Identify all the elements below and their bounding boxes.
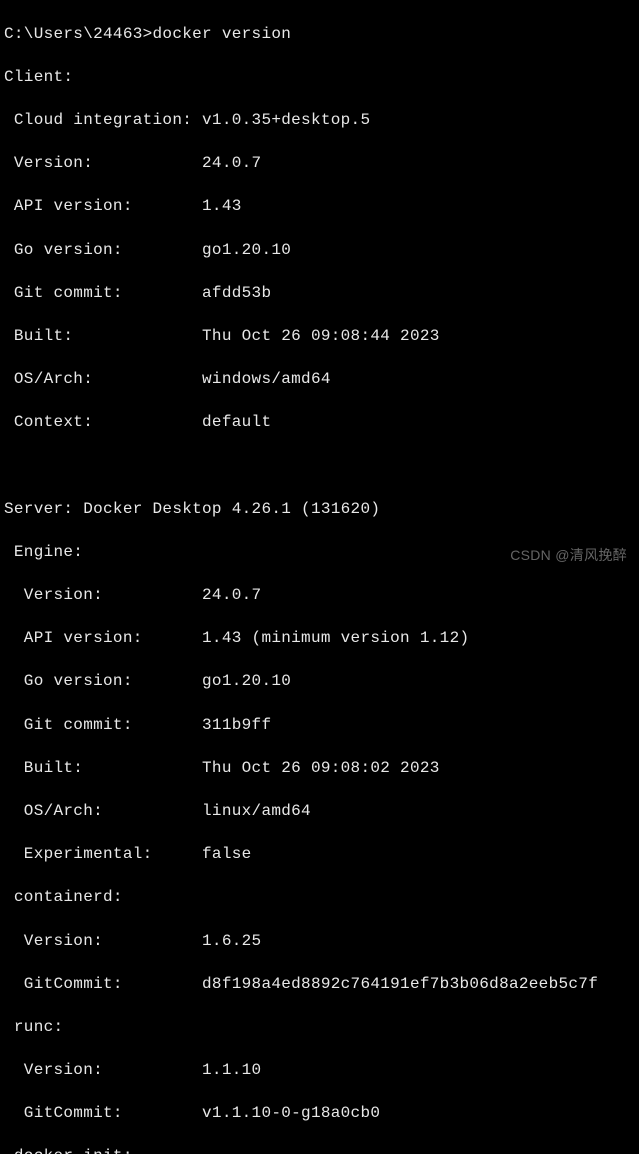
value: default [202, 413, 271, 431]
value: v1.1.10-0-g18a0cb0 [202, 1104, 380, 1122]
label: OS/Arch: [4, 802, 202, 820]
terminal-output[interactable]: C:\Users\24463>docker version Client: Cl… [0, 0, 639, 1154]
label: API version: [4, 197, 202, 215]
value: 1.6.25 [202, 932, 261, 950]
label: Go version: [4, 672, 202, 690]
label: Go version: [4, 241, 202, 259]
watermark: CSDN @清风挽醉 [510, 546, 627, 565]
value: 1.43 (minimum version 1.12) [202, 629, 469, 647]
label: GitCommit: [4, 1104, 202, 1122]
value: d8f198a4ed8892c764191ef7b3b06d8a2eeb5c7f [202, 975, 598, 993]
label: Git commit: [4, 716, 202, 734]
label: Version: [4, 154, 202, 172]
value: afdd53b [202, 284, 271, 302]
server-header: Server: Docker Desktop 4.26.1 (131620) [4, 499, 635, 521]
value: go1.20.10 [202, 672, 291, 690]
value: false [202, 845, 252, 863]
command: docker version [153, 25, 292, 43]
label: Context: [4, 413, 202, 431]
label: OS/Arch: [4, 370, 202, 388]
label: API version: [4, 629, 202, 647]
docker-init-header: docker-init: [4, 1146, 635, 1154]
value: linux/amd64 [202, 802, 311, 820]
runc-header: runc: [4, 1017, 635, 1039]
value: Thu Oct 26 09:08:44 2023 [202, 327, 440, 345]
prompt: C:\Users\24463> [4, 25, 153, 43]
label: Version: [4, 586, 202, 604]
value: 24.0.7 [202, 586, 261, 604]
value: v1.0.35+desktop.5 [202, 111, 370, 129]
label: Built: [4, 759, 202, 777]
value: windows/amd64 [202, 370, 331, 388]
label: Built: [4, 327, 202, 345]
label: Version: [4, 932, 202, 950]
label: Experimental: [4, 845, 202, 863]
value: 311b9ff [202, 716, 271, 734]
value: go1.20.10 [202, 241, 291, 259]
value: Thu Oct 26 09:08:02 2023 [202, 759, 440, 777]
value: 1.1.10 [202, 1061, 261, 1079]
label: Version: [4, 1061, 202, 1079]
containerd-header: containerd: [4, 887, 635, 909]
value: 24.0.7 [202, 154, 261, 172]
label: Cloud integration: [4, 111, 202, 129]
client-header: Client: [4, 67, 635, 89]
value: 1.43 [202, 197, 242, 215]
label: GitCommit: [4, 975, 202, 993]
label: Git commit: [4, 284, 202, 302]
